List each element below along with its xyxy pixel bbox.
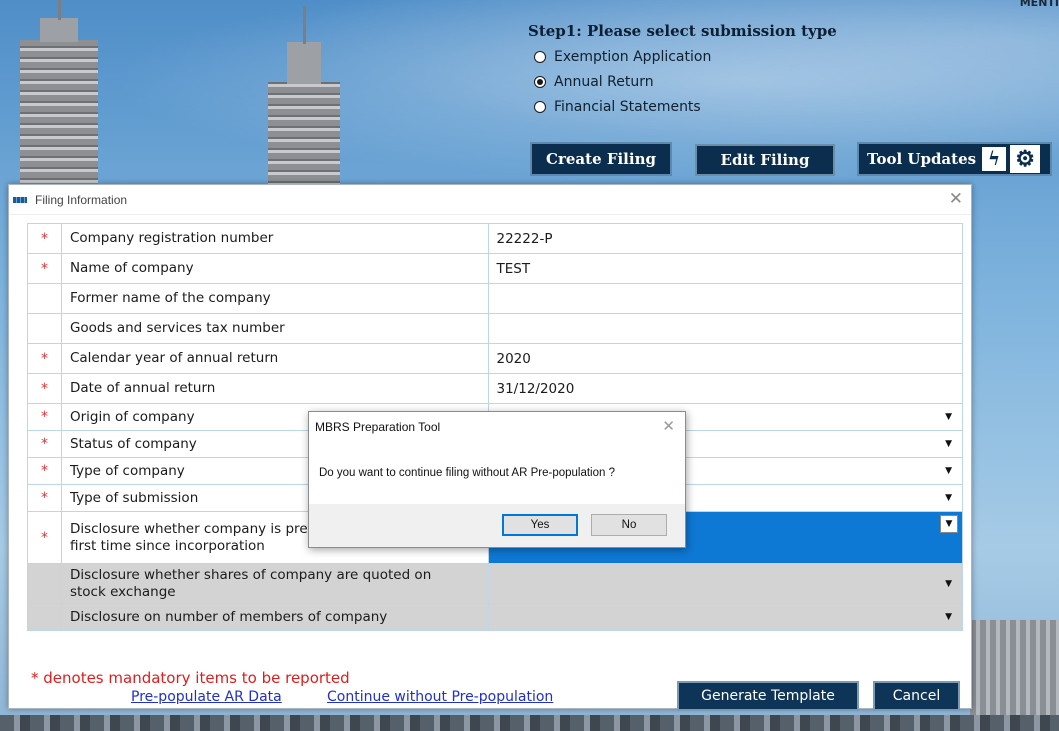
generate-template-button[interactable]: Generate Template <box>677 681 859 711</box>
chevron-down-icon[interactable]: ▼ <box>945 612 952 622</box>
radio-button-selected[interactable] <box>534 76 546 88</box>
window-titlebar: Filing Information <box>9 185 971 215</box>
corner-text: MENTI <box>1019 0 1059 9</box>
gear-icon[interactable]: ⚙ <box>1010 145 1041 173</box>
mandatory-star-empty <box>27 563 62 604</box>
no-button[interactable]: No <box>591 514 667 536</box>
dialog-close-icon[interactable]: ✕ <box>662 417 675 435</box>
create-filing-button[interactable]: Create Filing <box>530 142 672 176</box>
mandatory-star-empty <box>27 603 62 631</box>
date-of-annual-return-field[interactable]: 31/12/2020 <box>487 373 963 404</box>
field-label: Disclosure on number of members of compa… <box>60 603 489 631</box>
window-close-icon[interactable]: ✕ <box>949 189 963 209</box>
mandatory-star: * <box>27 457 62 485</box>
mandatory-star: * <box>27 484 62 512</box>
edit-filing-button[interactable]: Edit Filing <box>695 144 835 176</box>
radio-financial-statements[interactable]: Financial Statements <box>534 99 1048 115</box>
prepopulate-ar-data-link[interactable]: Pre-populate AR Data <box>131 689 282 705</box>
table-row: * Calendar year of annual return 2020 <box>27 343 963 374</box>
mandatory-star: * <box>27 373 62 404</box>
chevron-down-icon[interactable]: ▼ <box>945 493 952 503</box>
app-icon <box>13 195 31 204</box>
window-title: Filing Information <box>35 192 128 207</box>
field-label: Name of company <box>60 253 489 284</box>
tower-left-cap <box>40 18 78 42</box>
bolt-icon[interactable]: ϟ <box>982 147 1007 171</box>
chevron-down-icon[interactable]: ▼ <box>945 466 952 476</box>
gst-number-field[interactable] <box>487 313 963 344</box>
field-label-line2: stock exchange <box>69 583 176 600</box>
field-value[interactable]: 2020 <box>497 351 531 367</box>
cancel-button[interactable]: Cancel <box>873 681 960 711</box>
radio-button[interactable] <box>534 51 546 63</box>
mandatory-star: * <box>27 403 62 431</box>
tower-left-spire <box>58 0 61 20</box>
field-label: Disclosure whether shares of company are… <box>60 563 489 604</box>
chevron-down-icon[interactable]: ▼ <box>940 515 958 533</box>
shares-quoted-dropdown[interactable]: ▼ <box>487 563 963 604</box>
table-row: Disclosure whether shares of company are… <box>27 563 963 604</box>
tower-right <box>268 82 340 192</box>
table-row: * Date of annual return 31/12/2020 <box>27 373 963 404</box>
company-name-field[interactable]: TEST <box>487 253 963 284</box>
radio-label: Annual Return <box>554 74 654 90</box>
radio-annual-return[interactable]: Annual Return <box>534 74 1048 90</box>
radio-button[interactable] <box>534 101 546 113</box>
field-value[interactable]: 22222-P <box>497 231 553 247</box>
mandatory-star-empty <box>27 283 62 314</box>
dialog-title: MBRS Preparation Tool <box>315 420 441 434</box>
radio-label: Exemption Application <box>554 49 712 65</box>
radio-label: Financial Statements <box>554 99 701 115</box>
yes-button[interactable]: Yes <box>502 514 578 536</box>
city-strip <box>0 715 1059 731</box>
field-label: Calendar year of annual return <box>60 343 489 374</box>
continue-without-prepopulation-link[interactable]: Continue without Pre-population <box>327 689 553 705</box>
chevron-down-icon[interactable]: ▼ <box>945 412 952 422</box>
tower-right-spire <box>303 6 306 44</box>
step-title: Step1: Please select submission type <box>528 22 837 40</box>
mandatory-note: * denotes mandatory items to be reported <box>31 669 350 687</box>
company-registration-number-field[interactable]: 22222-P <box>487 223 963 254</box>
field-label: Date of annual return <box>60 373 489 404</box>
former-name-field[interactable] <box>487 283 963 314</box>
table-row: Former name of the company <box>27 283 963 314</box>
mandatory-star: * <box>27 223 62 254</box>
field-label-line1: Disclosure whether shares of company are… <box>69 566 432 583</box>
mandatory-star: * <box>27 253 62 284</box>
field-label: Goods and services tax number <box>60 313 489 344</box>
chevron-down-icon[interactable]: ▼ <box>945 439 952 449</box>
field-label: Company registration number <box>60 223 489 254</box>
dialog-titlebar: MBRS Preparation Tool <box>309 412 685 442</box>
tool-updates-label: Tool Updates <box>867 150 977 168</box>
mandatory-star: * <box>27 343 62 374</box>
field-label: Former name of the company <box>60 283 489 314</box>
table-row: * Name of company TEST <box>27 253 963 284</box>
number-of-members-dropdown[interactable]: ▼ <box>487 603 963 631</box>
dialog-body: Do you want to continue filing without A… <box>309 442 685 504</box>
mbrs-confirm-dialog: MBRS Preparation Tool ✕ Do you want to c… <box>308 411 686 548</box>
table-row: * Company registration number 22222-P <box>27 223 963 254</box>
dialog-message: Do you want to continue filing without A… <box>319 467 615 479</box>
table-row: Goods and services tax number <box>27 313 963 344</box>
tower-left <box>20 40 98 200</box>
mandatory-star: * <box>27 430 62 458</box>
tower-right-cap <box>287 42 321 84</box>
calendar-year-field[interactable]: 2020 <box>487 343 963 374</box>
radio-exemption-application[interactable]: Exemption Application <box>534 49 1048 65</box>
chevron-down-icon[interactable]: ▼ <box>945 579 952 589</box>
mandatory-star-empty <box>27 313 62 344</box>
tool-updates-button[interactable]: Tool Updates ϟ ⚙ <box>857 142 1052 176</box>
field-value[interactable]: TEST <box>497 261 531 277</box>
mandatory-star: * <box>27 511 62 564</box>
submission-type-panel: Step1: Please select submission type Exe… <box>528 22 1048 115</box>
table-row: Disclosure on number of members of compa… <box>27 603 963 631</box>
field-value[interactable]: 31/12/2020 <box>497 381 575 397</box>
